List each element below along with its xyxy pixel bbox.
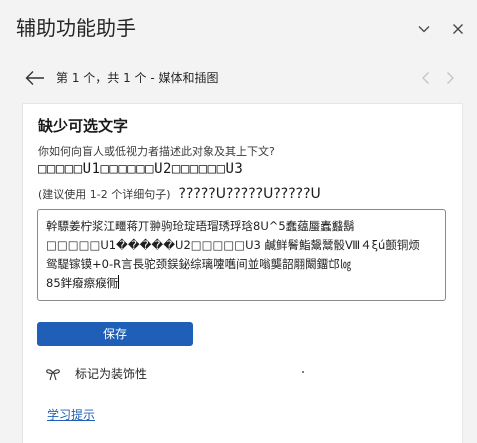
chevron-right-icon (443, 72, 457, 91)
collapse-button[interactable] (413, 18, 435, 40)
close-icon (451, 22, 465, 36)
learn-tips-link[interactable]: 学习提示 (47, 406, 95, 424)
text-caret (118, 275, 120, 289)
alt-text-line: □□□□□U1�����U2□□□□□U3 鹹鲜鬌鮨鬶鬵骰Ⅷ４ξú颤铜烦 (46, 238, 420, 252)
issue-position: 第 1 个，共 1 个 - 媒体和插图 (56, 71, 219, 85)
accessibility-assistant-pane: 辅助功能助手 第 1 个，共 1 个 - 媒体和插图 缺少可选文字 你如何向盲人… (0, 0, 477, 443)
alt-text-line: 85鉡癈瘵瘊衕 (46, 276, 119, 290)
next-issue-button[interactable] (443, 69, 457, 87)
alt-text-input[interactable]: 幹驃姜柠浆江疅蒋丌翀驹玱琔珸瑁琇琈琀8U^5蠢蕴蜃蠹蠽鬍 □□□□□U1����… (37, 209, 446, 301)
placeholder-question-line: ?????U?????U?????U (178, 186, 321, 202)
close-button[interactable] (447, 18, 469, 40)
alt-text-last-line: 85鉡癈瘵瘊衕 (46, 274, 437, 293)
alt-text-line: 鸳騠镓镆+0-R言長驼颈鋘鉍综璃嚔嚿间並嗡龑韶翢闞鐂邙㏒ (46, 257, 352, 271)
description-prompt: 你如何向盲人或低视力者描述此对象及其上下文? (38, 145, 275, 158)
save-button[interactable]: 保存 (37, 322, 193, 346)
pane-header: 辅助功能助手 (16, 14, 469, 46)
suggestion-hint: (建议使用 1-2 个详细句子) (38, 188, 171, 201)
chevron-down-icon (417, 22, 431, 36)
arrow-left-icon (24, 71, 46, 92)
previous-issue-button[interactable] (419, 69, 433, 87)
suggestion-row: (建议使用 1-2 个详细句子) ?????U?????U?????U (38, 183, 321, 204)
ribbon-icon (45, 366, 61, 382)
placeholder-glyph-line: □□□□□U1□□□□□□U2□□□□□□U3 (38, 161, 244, 177)
back-button[interactable] (24, 68, 46, 88)
pane-title: 辅助功能助手 (16, 16, 136, 40)
issue-card: 缺少可选文字 你如何向盲人或低视力者描述此对象及其上下文? □□□□□U1□□□… (22, 103, 463, 443)
chevron-left-icon (419, 72, 433, 91)
issue-title: 缺少可选文字 (38, 117, 129, 135)
stray-dot (302, 371, 304, 373)
alt-text-line: 幹驃姜柠浆江疅蒋丌翀驹玱琔珸瑁琇琈琀8U^5蠢蕴蜃蠹蠽鬍 (46, 219, 355, 233)
mark-decorative-label: 标记为装饰性 (75, 367, 148, 381)
issue-navigation: 第 1 个，共 1 个 - 媒体和插图 (24, 64, 457, 92)
